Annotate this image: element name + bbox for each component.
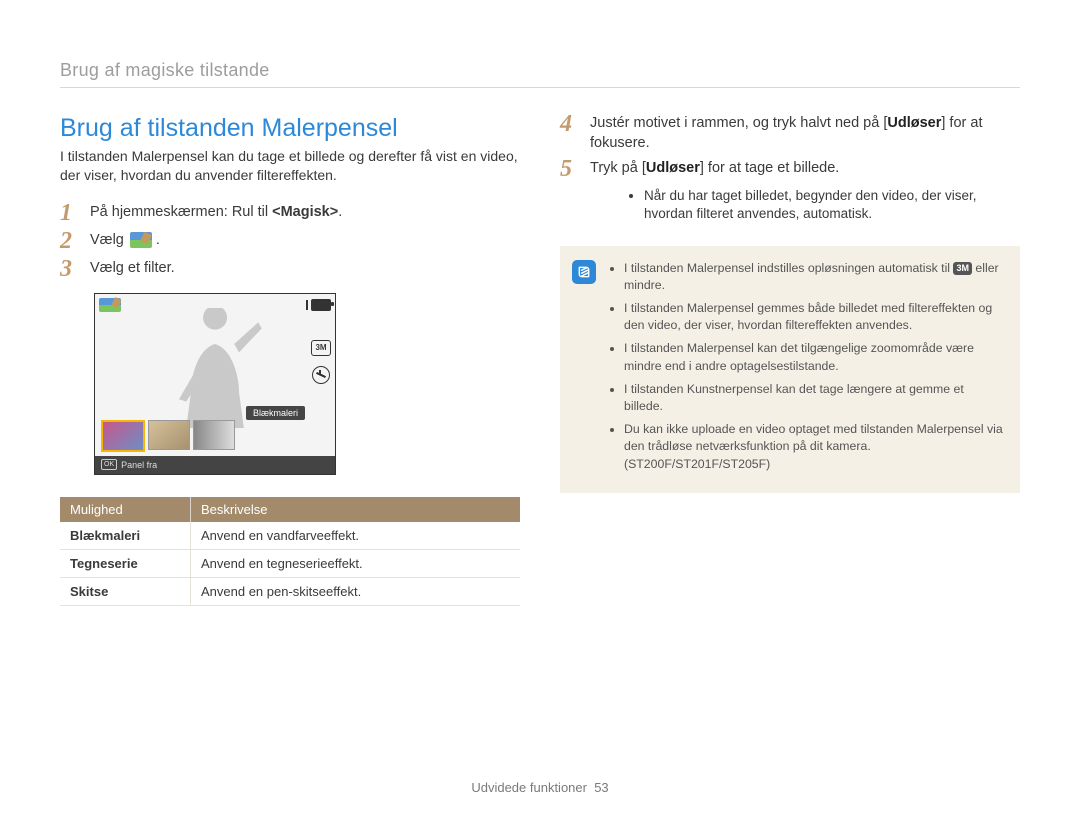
resolution-icon: 3M — [311, 340, 331, 356]
cell-option: Blækmaleri — [60, 522, 191, 550]
footer-label: Udvidede funktioner — [471, 780, 587, 795]
camera-screen-wrap: 3M Blækmaleri OK Panel fra — [60, 287, 520, 489]
camera-screen: 3M Blækmaleri OK Panel fra — [94, 293, 336, 475]
step-number: 3 — [60, 257, 80, 281]
table-row: Skitse Anvend en pen-skitseeffekt. — [60, 577, 520, 605]
step-text: Tryk på [Udløser] for at tage et billede… — [590, 159, 839, 179]
breadcrumb: Brug af magiske tilstande — [60, 60, 1020, 88]
shutter-bold: Udløser — [646, 160, 700, 176]
step-3: 3 Vælg et filter. — [60, 259, 520, 281]
step-1: 1 På hjemmeskærmen: Rul til <Magisk>. — [60, 203, 520, 225]
step-4-a: Justér motivet i rammen, og tryk halvt n… — [590, 115, 887, 131]
step-text: Justér motivet i rammen, og tryk halvt n… — [590, 114, 1020, 153]
thumb-2 — [148, 420, 190, 450]
list-item: Når du har taget billedet, begynder den … — [644, 187, 1020, 223]
note-1-a: I tilstanden Malerpensel indstilles oplø… — [624, 261, 953, 275]
cell-option: Tegneserie — [60, 549, 191, 577]
page-title: Brug af tilstanden Malerpensel — [60, 114, 520, 143]
step-2: 2 Vælg . — [60, 231, 520, 253]
list-item: I tilstanden Malerpensel kan det tilgæng… — [624, 340, 1006, 374]
filter-thumbnails — [101, 420, 235, 452]
info-list: I tilstanden Malerpensel indstilles oplø… — [608, 260, 1006, 479]
step-text-a: Vælg — [90, 232, 128, 248]
step-text: På hjemmeskærmen: Rul til <Magisk>. — [90, 203, 342, 223]
paintbrush-mode-icon — [130, 232, 152, 248]
panel-label: Panel fra — [121, 456, 157, 474]
step-4: 4 Justér motivet i rammen, og tryk halvt… — [560, 114, 1020, 153]
list-item: I tilstanden Kunstnerpensel kan det tage… — [624, 381, 1006, 415]
step-number: 2 — [60, 229, 80, 253]
step-number: 4 — [560, 112, 580, 136]
cell-description: Anvend en pen-skitseeffekt. — [191, 577, 521, 605]
mode-indicator-icon — [99, 298, 121, 312]
table-row: Tegneserie Anvend en tegneserieeffekt. — [60, 549, 520, 577]
table-header-description: Beskrivelse — [191, 497, 521, 522]
list-item: I tilstanden Malerpensel gemmes både bil… — [624, 300, 1006, 334]
step-number: 5 — [560, 157, 580, 181]
footer: Udvidede funktioner 53 — [0, 780, 1080, 795]
shutter-bold: Udløser — [887, 115, 941, 131]
screen-bottombar: OK Panel fra — [95, 456, 335, 474]
step-text-c: . — [338, 204, 342, 220]
signal-icon — [306, 300, 308, 310]
column-left: Brug af tilstanden Malerpensel I tilstan… — [60, 114, 520, 606]
filter-label: Blækmaleri — [246, 406, 305, 420]
column-right: 4 Justér motivet i rammen, og tryk halvt… — [560, 114, 1020, 606]
filter-options-table: Mulighed Beskrivelse Blækmaleri Anvend e… — [60, 497, 520, 606]
thumb-3 — [193, 420, 235, 450]
battery-icon — [311, 299, 331, 311]
columns: Brug af tilstanden Malerpensel I tilstan… — [60, 114, 1020, 606]
info-box: I tilstanden Malerpensel indstilles oplø… — [560, 246, 1020, 493]
step-5-a: Tryk på [ — [590, 160, 646, 176]
step-text-a: På hjemmeskærmen: Rul til — [90, 204, 272, 220]
cell-description: Anvend en tegneserieeffekt. — [191, 549, 521, 577]
step-5-sub-bullets: Når du har taget billedet, begynder den … — [604, 187, 1020, 223]
table-row: Blækmaleri Anvend en vandfarveeffekt. — [60, 522, 520, 550]
list-item: Du kan ikke uploade en video optaget med… — [624, 421, 1006, 473]
step-text-angle: <Magisk> — [272, 204, 338, 220]
cell-option: Skitse — [60, 577, 191, 605]
step-5: 5 Tryk på [Udløser] for at tage et bille… — [560, 159, 1020, 181]
list-item: I tilstanden Malerpensel indstilles oplø… — [624, 260, 1006, 294]
info-icon — [572, 260, 596, 284]
ok-badge: OK — [101, 459, 117, 470]
thumb-selected — [101, 420, 145, 452]
screen-topright — [306, 298, 331, 312]
page: Brug af magiske tilstande Brug af tilsta… — [0, 0, 1080, 606]
step-number: 1 — [60, 201, 80, 225]
step-5-c: ] for at tage et billede. — [700, 160, 839, 176]
step-text: Vælg . — [90, 231, 160, 251]
intro-text: I tilstanden Malerpensel kan du tage et … — [60, 147, 520, 185]
step-text: Vælg et filter. — [90, 259, 175, 279]
table-header-option: Mulighed — [60, 497, 191, 522]
cell-description: Anvend en vandfarveeffekt. — [191, 522, 521, 550]
page-number: 53 — [594, 780, 608, 795]
step-text-c: . — [156, 232, 160, 248]
flash-off-icon — [312, 366, 330, 384]
resolution-badge: 3M — [953, 262, 972, 275]
screen-right-icons: 3M — [311, 340, 331, 384]
